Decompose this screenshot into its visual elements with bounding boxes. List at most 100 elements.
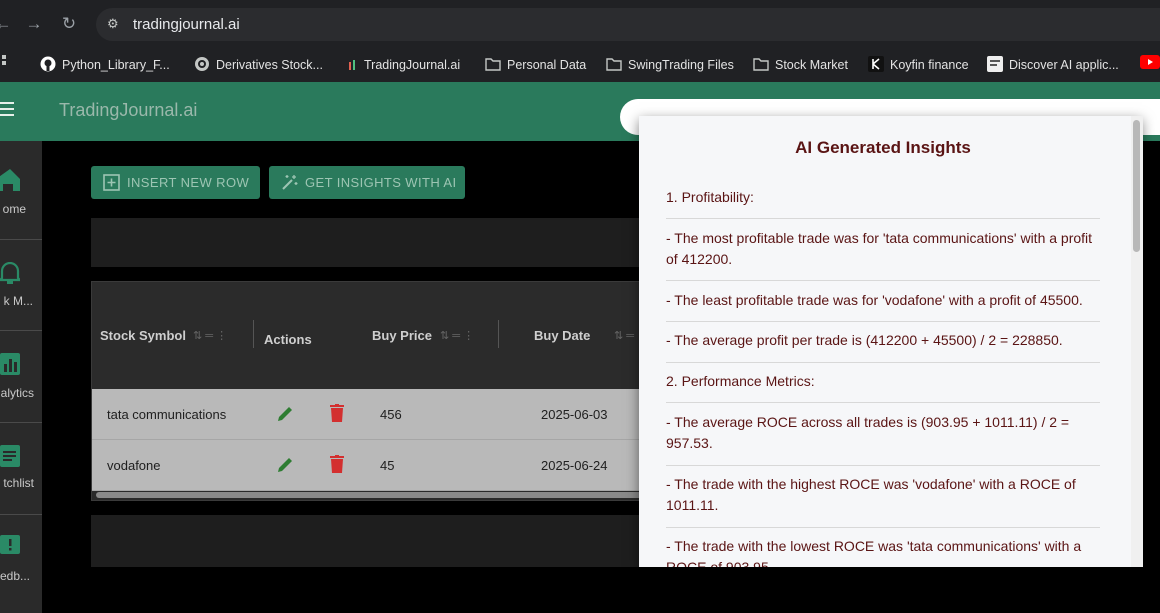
sidebar-item-label: tchlist [3,476,34,490]
koyfin-icon [868,56,884,72]
address-bar[interactable]: ⚙ tradingjournal.ai [96,8,1160,41]
column-menu-icon[interactable]: ⇅ ═ ⋮ [193,329,227,342]
bookmark-label: Koyfin finance [890,58,969,72]
insight-item: - The trade with the lowest ROCE was 'ta… [666,538,1082,567]
edit-icon[interactable] [277,456,294,473]
bookmark-label: Stock Market [775,58,848,72]
divider [666,527,1100,528]
table-row[interactable]: tata communications 456 2025-06-03 [92,389,652,440]
bookmark-swingtrading-files[interactable]: SwingTrading Files [606,54,734,76]
sidebar-item-analytics[interactable]: alytics [0,331,42,423]
bookmark-personal-data[interactable]: Personal Data [485,54,586,76]
bookmark-python-library[interactable]: Python_Library_F... [40,54,170,76]
bookmark-discover-ai[interactable]: Discover AI applic... [987,54,1119,76]
bookmark-derivatives-stock[interactable]: Derivatives Stock... [194,54,323,76]
github-icon [40,56,56,72]
bookmark-stock-market[interactable]: Stock Market [753,54,848,76]
reload-icon[interactable]: ↻ [58,13,80,35]
insight-item: 2. Performance Metrics: [666,373,815,389]
divider [666,465,1100,466]
apps-icon[interactable] [0,54,8,76]
youtube-icon[interactable] [1140,54,1160,76]
get-insights-button[interactable]: GET INSIGHTS WITH AI [269,166,465,199]
site-icon [987,56,1003,72]
dialog-scrollbar-thumb[interactable] [1133,120,1140,252]
insert-row-button[interactable]: INSERT NEW ROW [91,166,260,199]
sidebar-item-label: ome [2,202,26,216]
column-menu-icon[interactable]: ⇅ ═ ⋮ [440,329,474,342]
sidebar-item-home[interactable]: ome [0,141,42,240]
browser-chrome: ← → ↻ ⚙ tradingjournal.ai Python_Library… [0,0,1160,82]
sidebar-item-watchlist[interactable]: tchlist [0,423,42,515]
add-box-icon [103,174,120,191]
bookmark-label: TradingJournal.ai [364,58,461,72]
cell-buy-date: 2025-06-24 [541,458,608,473]
folder-icon [485,58,501,71]
list-icon [0,445,20,467]
bookmark-label: Discover AI applic... [1009,58,1119,72]
delete-icon[interactable] [330,404,344,422]
bookmark-label: SwingTrading Files [628,58,734,72]
site-settings-icon[interactable]: ⚙ [107,16,123,32]
grid-toolbar [91,218,651,267]
bookmarks-bar: Python_Library_F... Derivatives Stock...… [0,48,1160,82]
insight-item: - The average ROCE across all trades is … [666,414,1070,451]
insight-item: - The average profit per trade is (41220… [666,332,1063,348]
insight-item: 1. Profitability: [666,189,754,205]
insight-item: - The trade with the highest ROCE was 'v… [666,476,1076,513]
sidebar-item-feedback[interactable]: edb... [0,515,42,613]
feedback-icon [0,535,20,554]
cell-stock-symbol: vodafone [107,458,161,473]
cell-stock-symbol: tata communications [107,407,227,422]
column-menu-icon[interactable]: ⇅ ═ [614,329,634,342]
cell-buy-price: 456 [380,407,402,422]
column-separator[interactable] [498,320,499,348]
divider [666,218,1100,219]
browser-toolbar: ← → ↻ ⚙ tradingjournal.ai [0,0,1160,48]
sidebar-item-label: k M... [3,294,33,308]
magic-wand-icon [282,175,298,190]
globe-icon [195,57,209,71]
cell-buy-price: 45 [380,458,395,473]
insight-item: - The least profitable trade was for 'vo… [666,292,1083,308]
column-separator[interactable] [253,320,254,348]
divider [666,321,1100,322]
bookmark-tradingjournal[interactable]: TradingJournal.ai [348,54,460,76]
insight-item: - The most profitable trade was for 'tat… [666,230,1093,267]
sidebar-item-label: alytics [0,386,34,400]
column-header-stock-symbol[interactable]: Stock Symbol [100,328,186,343]
back-icon[interactable]: ← [0,13,14,35]
bookmark-label: Personal Data [507,58,587,72]
analytics-icon [0,353,20,375]
ai-insights-dialog: AI Generated Insights 1. Profitability: … [639,116,1142,567]
bookmark-label: Python_Library_F... [62,58,170,72]
dialog-title: AI Generated Insights [795,138,971,157]
app-title: TradingJournal.ai [59,100,198,120]
sidebar: ome k M... alytics tchlist edb... [0,141,42,613]
table-row[interactable]: vodafone 45 2025-06-24 [92,440,652,491]
horizontal-scrollbar[interactable] [96,492,652,498]
divider [666,402,1100,403]
grid-footer [91,515,651,567]
edit-icon[interactable] [277,405,294,422]
cell-buy-date: 2025-06-03 [541,407,608,422]
sidebar-item-alerts[interactable]: k M... [0,240,42,331]
site-icon [349,60,355,70]
folder-icon [606,58,622,71]
forward-icon[interactable]: → [23,13,45,35]
trades-grid: Stock Symbol ⇅ ═ ⋮ Actions Buy Price ⇅ ═… [91,281,652,501]
url-text: tradingjournal.ai [133,16,240,33]
column-header-buy-price[interactable]: Buy Price [372,328,432,343]
alarm-icon [0,262,20,284]
column-header-actions: Actions [264,332,312,347]
column-header-buy-date[interactable]: Buy Date [534,328,590,343]
get-insights-label: GET INSIGHTS WITH AI [305,175,457,190]
home-icon [0,169,20,191]
divider [666,280,1100,281]
menu-icon[interactable] [0,102,14,118]
bookmark-koyfin-finance[interactable]: Koyfin finance [868,54,969,76]
delete-icon[interactable] [330,455,344,473]
folder-icon [753,58,769,71]
divider [666,362,1100,363]
grid-header: Stock Symbol ⇅ ═ ⋮ Actions Buy Price ⇅ ═… [92,282,652,389]
